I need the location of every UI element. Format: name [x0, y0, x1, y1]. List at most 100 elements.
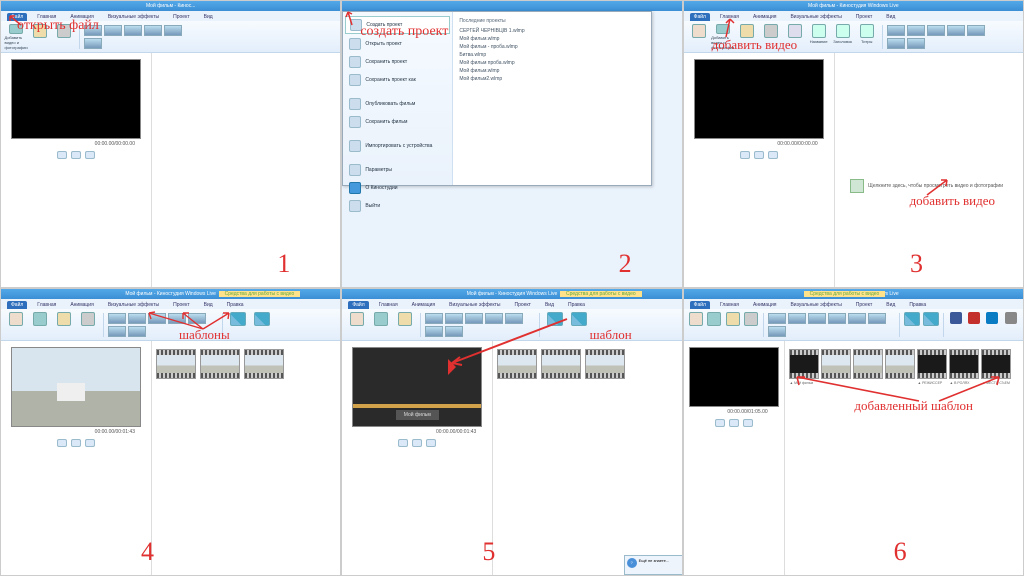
ribbon: Добавить видео и фотографии: [1, 21, 340, 53]
preview-video: [11, 59, 141, 139]
playback-controls[interactable]: [398, 439, 436, 447]
ribbon: [1, 309, 340, 341]
caption-button[interactable]: Заголовок: [832, 24, 854, 50]
clip[interactable]: [885, 349, 915, 379]
add-video-button[interactable]: Добавить видео и фотографии: [712, 24, 734, 50]
add-video-button[interactable]: Добавить видео и фотографии: [5, 24, 27, 50]
theme-gallery[interactable]: [108, 313, 218, 337]
playback-controls[interactable]: [715, 419, 753, 427]
tab-fx[interactable]: Визуальные эффекты: [104, 13, 163, 21]
rotate-icon: [254, 312, 270, 326]
ribbon: Добавить видео и фотографии Название Заг…: [684, 21, 1023, 53]
title-overlay: Мой фильм: [396, 410, 439, 420]
menu-new-project[interactable]: Создать проект: [345, 16, 450, 34]
menu-about[interactable]: О Киностудии: [345, 180, 450, 196]
time-label: 00:00.00/00:00.00: [777, 141, 827, 147]
file-tab[interactable]: Файл: [7, 13, 27, 21]
clip[interactable]: [853, 349, 883, 379]
preview-video: [11, 347, 141, 427]
storyboard-placeholder[interactable]: Щелкните здесь, чтобы просмотреть видео …: [850, 179, 1003, 193]
file-tab[interactable]: Файл: [690, 13, 710, 21]
panel-1: Мой фильм - Кинос... Файл Главная Анимац…: [0, 0, 341, 288]
recent-item[interactable]: Мой фильм.wlmp: [459, 67, 645, 75]
playback-controls[interactable]: [57, 151, 95, 159]
panel-6: Мой фильм - Киностудия Windows LiveСредс…: [683, 288, 1024, 576]
paste-button[interactable]: [688, 24, 710, 50]
help-popup[interactable]: ?Ещё не знаете...: [624, 555, 683, 575]
recent-item[interactable]: Мой фильм - проба.wlmp: [459, 43, 645, 51]
theme-gallery[interactable]: [768, 313, 895, 337]
recent-item[interactable]: Мой фильм проба.wlmp: [459, 59, 645, 67]
tab-proj[interactable]: Проект: [852, 13, 876, 21]
title-button[interactable]: Название: [808, 24, 830, 50]
storyboard[interactable]: Щелкните здесь, чтобы просмотреть видео …: [834, 53, 1023, 287]
menu-exit[interactable]: Выйти: [345, 198, 450, 214]
menu-save-as[interactable]: Сохранить проект как: [345, 72, 450, 88]
clip[interactable]: [821, 349, 851, 379]
menu-publish[interactable]: Опубликовать фильм: [345, 96, 450, 112]
menu-open-project[interactable]: Открыть проект: [345, 36, 450, 52]
menu-save-project[interactable]: Сохранить проект: [345, 54, 450, 70]
add-music-button[interactable]: [736, 24, 758, 50]
time-label: 00:00.00/01:05.00: [727, 409, 777, 415]
recent-item[interactable]: СЕРГЕЙ ЧЕРНІВЦІВ 1.wlmp: [459, 27, 645, 35]
add-music-button[interactable]: [29, 24, 51, 50]
social-more[interactable]: [1003, 312, 1019, 338]
theme-gallery[interactable]: [425, 313, 535, 337]
title-bar: Мой фильм - Киностудия Windows LiveСредс…: [684, 289, 1023, 299]
clip[interactable]: [200, 349, 240, 379]
social-yt[interactable]: [966, 312, 982, 338]
preview-pane: 00:00.00/00:00.00: [684, 53, 834, 287]
clip[interactable]: [156, 349, 196, 379]
clip-credits[interactable]: ▲ В РОЛЯХ: [949, 349, 979, 379]
clip-title[interactable]: ▲ Мой фильм: [789, 349, 819, 379]
clip[interactable]: [541, 349, 581, 379]
add-video-button[interactable]: [29, 312, 51, 338]
credits-button[interactable]: Титры: [856, 24, 878, 50]
recent-item[interactable]: Битва.wlmp: [459, 51, 645, 59]
tab-anim[interactable]: Анимация: [66, 13, 97, 21]
storyboard[interactable]: [151, 53, 340, 287]
preview-pane: Мой фильм 00:00.00/00:01:43: [342, 341, 492, 575]
time-label: 00:00.00/00:01:43: [95, 429, 145, 435]
webcam-button[interactable]: [53, 24, 75, 50]
step-number: 4: [141, 537, 154, 567]
tab-proj[interactable]: Проект: [169, 13, 193, 21]
menu-save-movie[interactable]: Сохранить фильм: [345, 114, 450, 130]
storyboard[interactable]: [151, 341, 340, 575]
title-bar: Мой фильм - Киностудия Windows Live: [684, 1, 1023, 11]
storyboard[interactable]: ?Ещё не знаете...: [492, 341, 681, 575]
file-tab[interactable]: Файл: [7, 301, 27, 309]
theme-gallery[interactable]: [887, 25, 997, 49]
tab-home[interactable]: Главная: [33, 13, 60, 21]
social-sky[interactable]: [984, 312, 1000, 338]
title-bar: Мой фильм - Кинос...: [1, 1, 340, 11]
clip[interactable]: [585, 349, 625, 379]
snapshot-button[interactable]: [784, 24, 806, 50]
tab-home[interactable]: Главная: [716, 13, 743, 21]
recent-item[interactable]: Мой фильм.wlmp: [459, 35, 645, 43]
title-bar: Мой фильм - Киностудия Windows LiveСредс…: [342, 289, 681, 299]
tab-anim[interactable]: Анимация: [749, 13, 780, 21]
tab-view[interactable]: Вид: [200, 13, 217, 21]
clip[interactable]: [497, 349, 537, 379]
clip[interactable]: [244, 349, 284, 379]
ribbon-tabs: ФайлГлавнаяАнимацияВизуальные эффектыПро…: [342, 299, 681, 309]
theme-gallery[interactable]: [84, 25, 194, 49]
menu-import[interactable]: Импортировать с устройства: [345, 138, 450, 154]
ribbon-tabs: Файл Главная Анимация Визуальные эффекты…: [1, 11, 340, 21]
playback-controls[interactable]: [740, 151, 778, 159]
menu-options[interactable]: Параметры: [345, 162, 450, 178]
playback-controls[interactable]: [57, 439, 95, 447]
preview-video: Мой фильм: [352, 347, 482, 427]
recent-item[interactable]: Мой фильм2.wlmp: [459, 75, 645, 83]
webcam-button[interactable]: [760, 24, 782, 50]
tab-fx[interactable]: Визуальные эффекты: [786, 13, 845, 21]
title-bar: Мой фильм - Киностудия Windows LiveСредс…: [1, 289, 340, 299]
social-fb[interactable]: [948, 312, 964, 338]
tab-view[interactable]: Вид: [882, 13, 899, 21]
file-menu: Создать проект Открыть проект Сохранить …: [342, 11, 652, 186]
clip-credits[interactable]: ▲ МЕСТО СЪЕМКИ: [981, 349, 1011, 379]
preview-pane: 00:00.00/00:01:43: [1, 341, 151, 575]
clip-credits[interactable]: ▲ РЕЖИССЕР: [917, 349, 947, 379]
